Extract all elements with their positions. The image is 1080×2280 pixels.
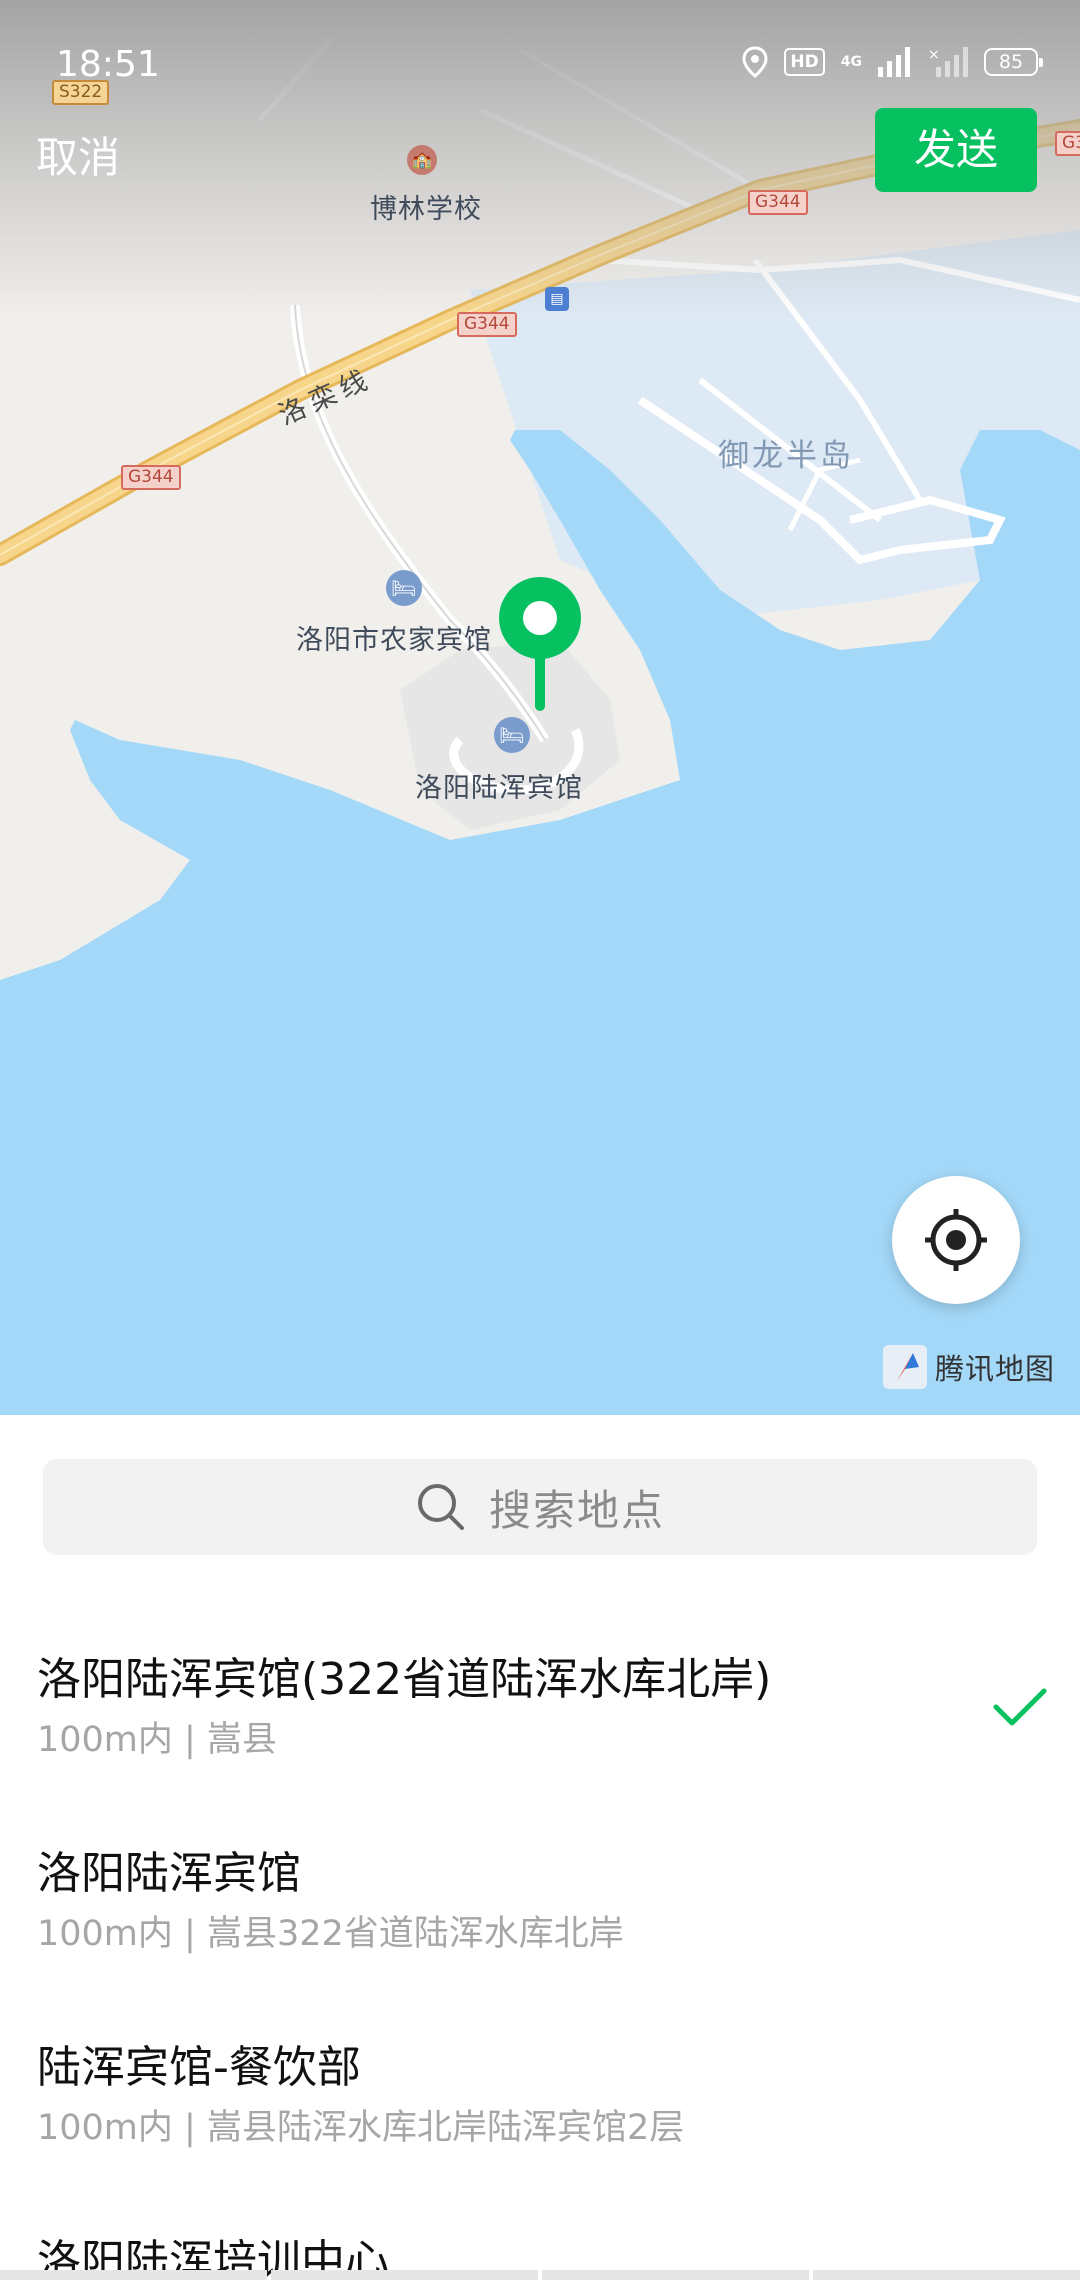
send-button[interactable]: 发送 — [875, 108, 1037, 192]
search-icon — [417, 1484, 464, 1530]
poi-label-school[interactable]: 博林学校 — [370, 187, 482, 226]
location-status-icon — [742, 46, 768, 78]
search-input[interactable]: 搜索地点 — [43, 1459, 1037, 1555]
hd-badge: HD — [784, 48, 825, 76]
place-list-item[interactable]: 洛阳陆浑培训中心 — [0, 2195, 1080, 2280]
status-time: 18:51 — [56, 44, 160, 85]
road-shield-g344: G344 — [121, 465, 181, 490]
signal-strength-icon — [878, 47, 910, 77]
tencent-map-logo-icon — [883, 1345, 927, 1389]
my-location-button[interactable] — [892, 1176, 1020, 1304]
hotel-icon: 🛏 — [386, 570, 422, 606]
road-shield-g344: G344 — [457, 312, 517, 337]
signal-weak-icon: × — [928, 47, 968, 77]
road-shield-g3: G3 — [1055, 131, 1080, 156]
location-pin-icon[interactable] — [497, 575, 583, 715]
svg-text:×: × — [928, 47, 940, 63]
place-name: 洛阳陆浑宾馆 — [37, 1848, 301, 1899]
place-detail: 100m内 | 嵩县 — [37, 1720, 277, 1760]
location-picker-screen: S322 G344 G344 G344 G3 洛栾线 🏫 博林学校 ▤ 御龙半岛… — [0, 0, 1080, 2280]
poi-label-farm-hotel[interactable]: 洛阳市农家宾馆 — [296, 618, 492, 657]
poi-label-peninsula[interactable]: 御龙半岛 — [718, 430, 854, 475]
status-icons: HD 4G × 85 — [742, 46, 1043, 78]
search-placeholder: 搜索地点 — [488, 1485, 665, 1535]
battery-indicator: 85 — [984, 48, 1043, 76]
place-list-item[interactable]: 陆浑宾馆-餐饮部 100m内 | 嵩县陆浑水库北岸陆浑宾馆2层 — [0, 2001, 1080, 2195]
place-list-item[interactable]: 洛阳陆浑宾馆(322省道陆浑水库北岸) 100m内 | 嵩县 — [0, 1613, 1080, 1807]
crosshair-icon — [925, 1209, 987, 1271]
place-name: 陆浑宾馆-餐饮部 — [37, 2042, 361, 2093]
road-shield-g344: G344 — [748, 190, 808, 215]
bus-stop-icon: ▤ — [545, 287, 569, 311]
map-view[interactable]: S322 G344 G344 G344 G3 洛栾线 🏫 博林学校 ▤ 御龙半岛… — [0, 0, 1080, 1415]
place-list-item[interactable]: 洛阳陆浑宾馆 100m内 | 嵩县322省道陆浑水库北岸 — [0, 1807, 1080, 2001]
bottom-edge — [0, 2270, 1080, 2280]
place-name: 洛阳陆浑宾馆(322省道陆浑水库北岸) — [37, 1654, 772, 1705]
attribution-text: 腾讯地图 — [935, 1352, 1056, 1386]
hotel-icon: 🛏 — [494, 717, 530, 753]
selected-check-icon — [993, 1688, 1047, 1726]
map-attribution: 腾讯地图 — [883, 1345, 1055, 1389]
place-detail: 100m内 | 嵩县322省道陆浑水库北岸 — [37, 1914, 624, 1954]
network-type-label: 4G — [840, 54, 862, 70]
school-icon: 🏫 — [407, 145, 437, 175]
place-list-panel: 搜索地点 洛阳陆浑宾馆(322省道陆浑水库北岸) 100m内 | 嵩县 洛阳陆浑… — [0, 1415, 1080, 2280]
place-detail: 100m内 | 嵩县陆浑水库北岸陆浑宾馆2层 — [37, 2108, 685, 2148]
cancel-button[interactable]: 取消 — [36, 124, 120, 185]
poi-label-lucun-hotel[interactable]: 洛阳陆浑宾馆 — [415, 766, 583, 805]
